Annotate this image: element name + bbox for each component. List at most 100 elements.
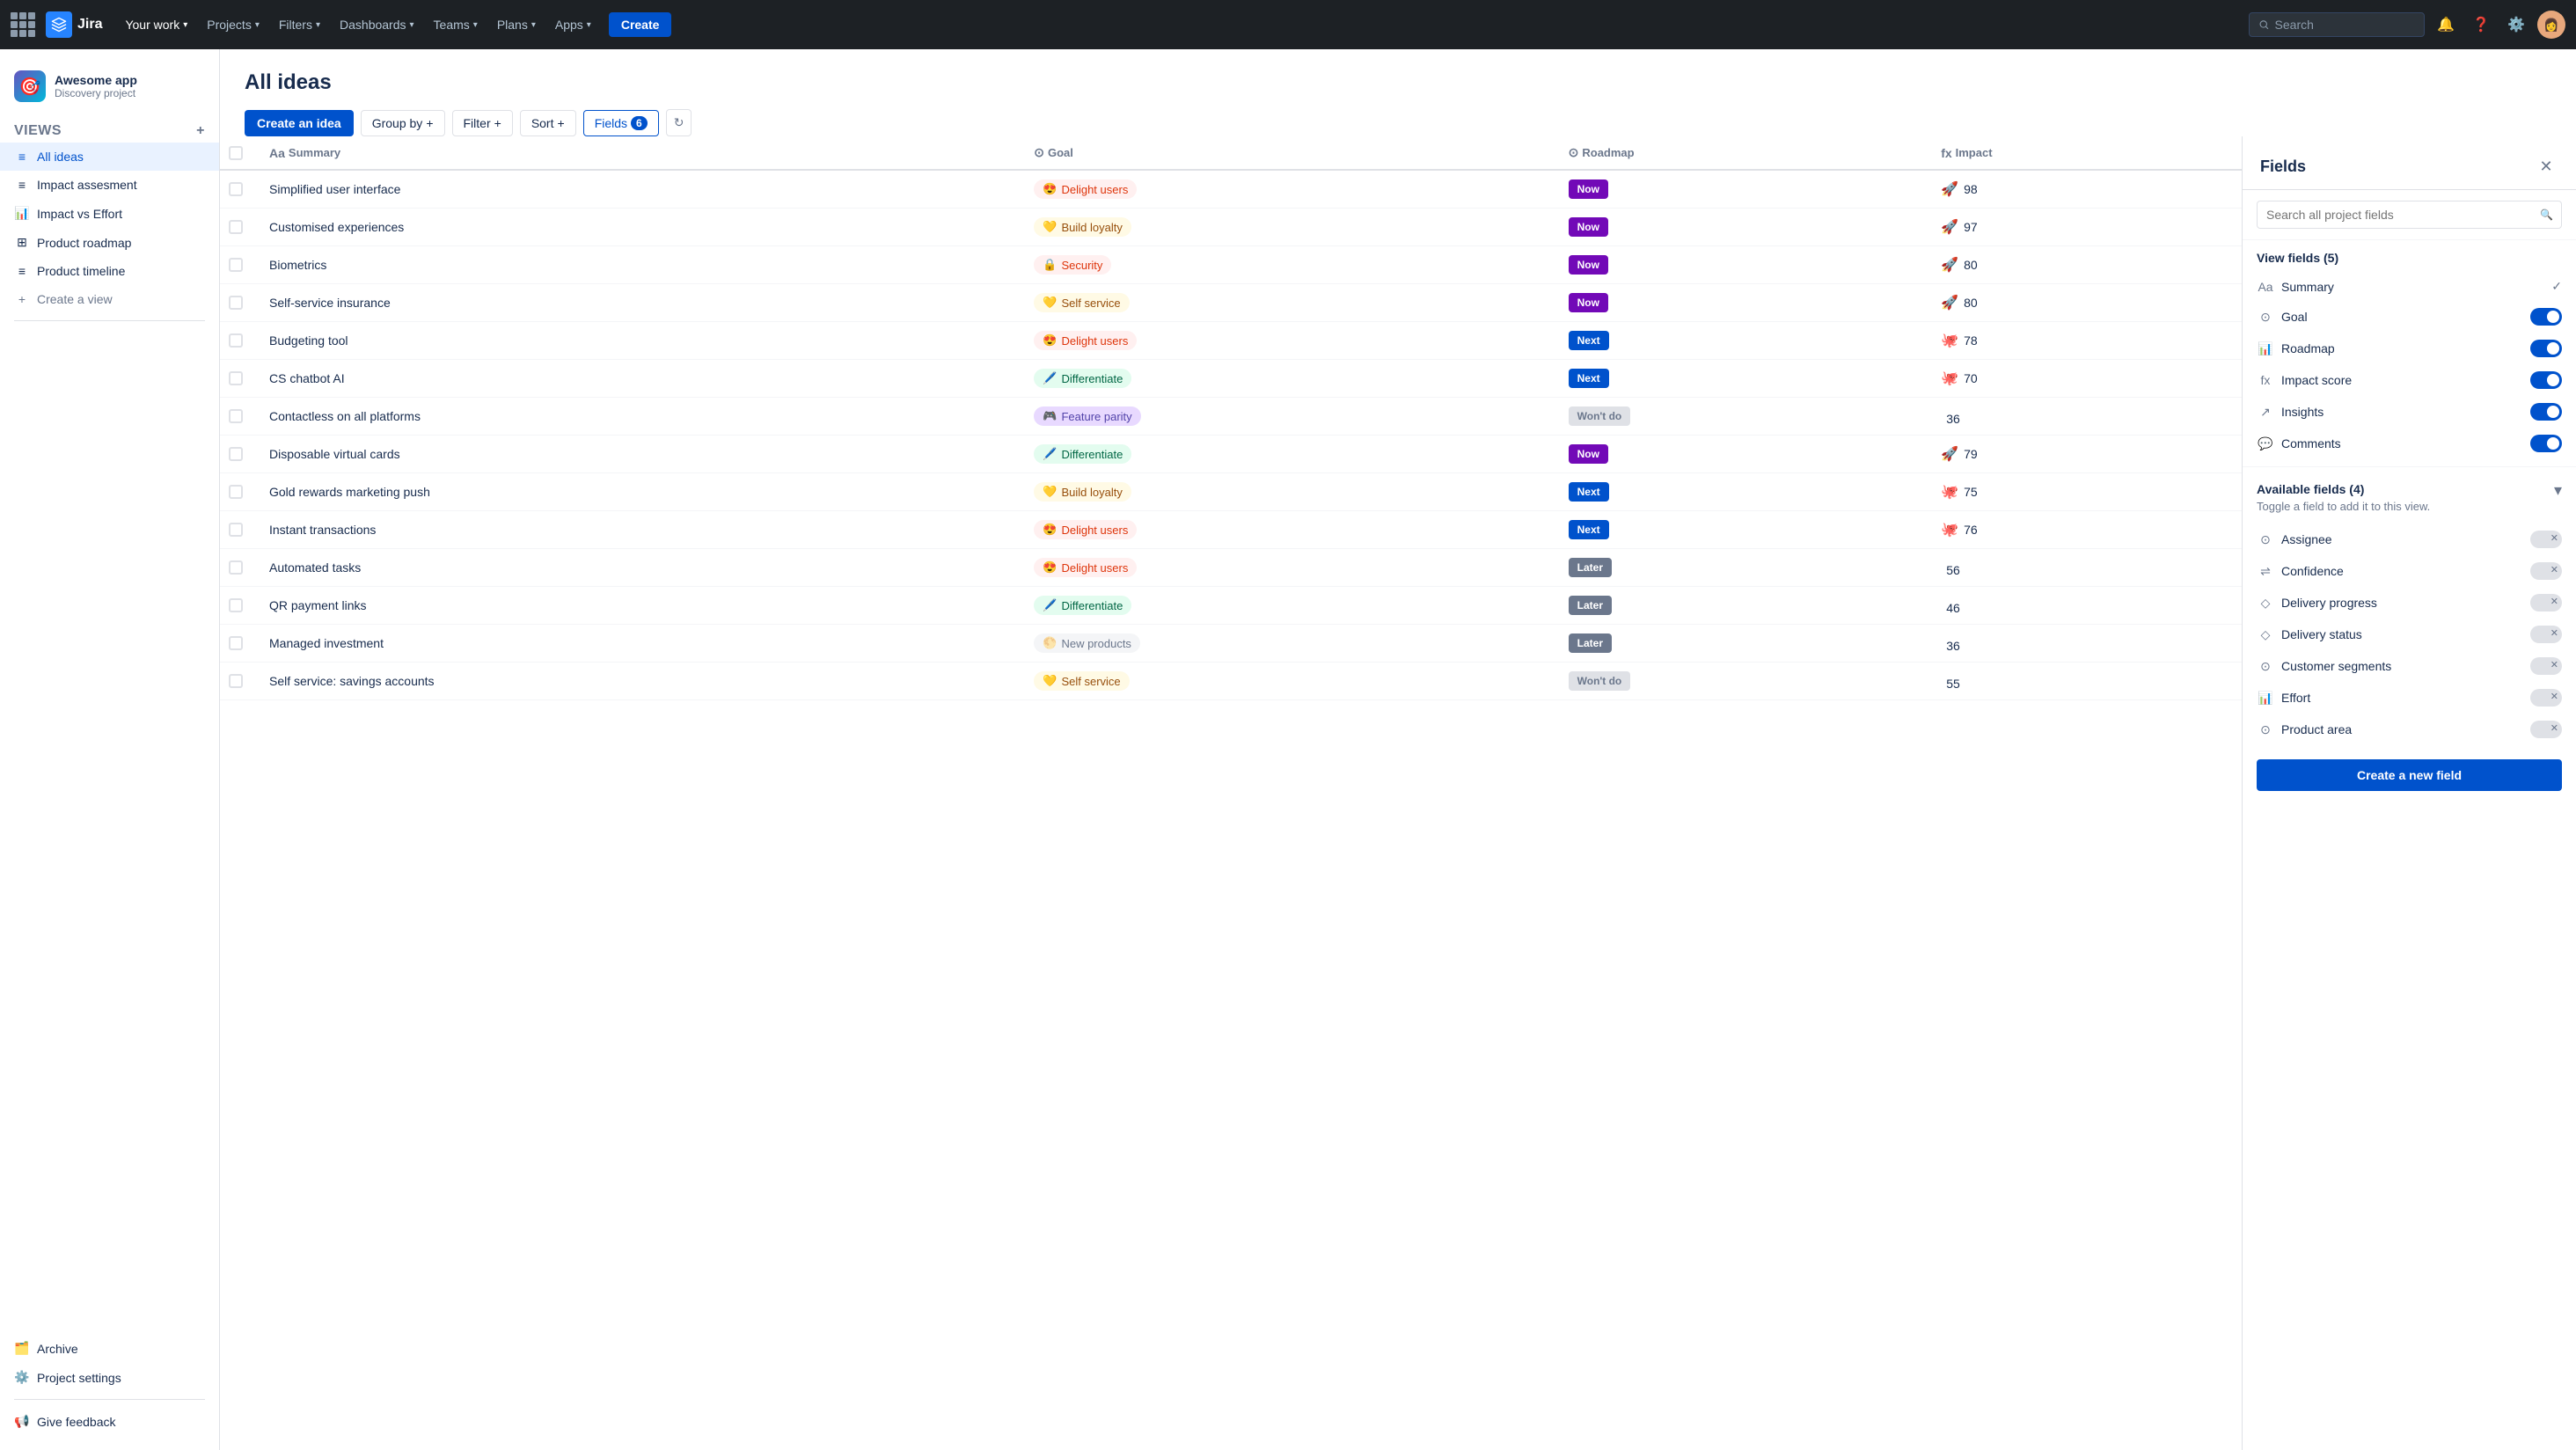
row-checkbox-cell[interactable]: [220, 360, 255, 398]
field-info-delivery-progress: ◇ Delivery progress: [2257, 596, 2377, 611]
available-fields-toggle[interactable]: Available fields (4) ▾: [2257, 481, 2562, 500]
sidebar-project[interactable]: 🎯 Awesome app Discovery project: [0, 63, 219, 116]
row-checkbox-cell[interactable]: [220, 322, 255, 360]
row-checkbox[interactable]: [229, 674, 243, 688]
sidebar-item-product-timeline[interactable]: ≡ Product timeline: [0, 257, 219, 285]
row-checkbox-cell[interactable]: [220, 209, 255, 246]
sidebar-item-create-view[interactable]: + Create a view: [0, 285, 219, 313]
row-checkbox-cell[interactable]: [220, 625, 255, 663]
create-idea-button[interactable]: Create an idea: [245, 110, 354, 136]
roadmap-chip: Now: [1569, 217, 1608, 237]
table-body: Simplified user interface 😍 Delight user…: [220, 170, 2242, 700]
assignee-toggle[interactable]: [2530, 531, 2562, 548]
nav-dashboards[interactable]: Dashboards ▾: [331, 12, 423, 37]
row-checkbox[interactable]: [229, 598, 243, 612]
jira-logo[interactable]: Jira: [46, 11, 102, 38]
row-checkbox-cell[interactable]: [220, 511, 255, 549]
row-checkbox-cell[interactable]: [220, 398, 255, 436]
row-checkbox-cell[interactable]: [220, 473, 255, 511]
toolbar: Create an idea Group by + Filter + Sort …: [245, 109, 2551, 136]
row-checkbox[interactable]: [229, 220, 243, 234]
goal-label: Delight users: [1061, 524, 1128, 537]
field-info-insights: ↗ Insights: [2257, 405, 2324, 420]
sidebar-item-impact-assessment[interactable]: ≡ Impact assesment: [0, 171, 219, 199]
delivery-status-field-icon: ◇: [2257, 627, 2274, 642]
close-fields-panel-button[interactable]: ✕: [2534, 154, 2558, 179]
help-button[interactable]: ❓: [2467, 11, 2495, 39]
sidebar-item-all-ideas[interactable]: ≡ All ideas: [0, 143, 219, 171]
settings-button[interactable]: ⚙️: [2502, 11, 2530, 39]
nav-projects[interactable]: Projects ▾: [198, 12, 268, 37]
row-checkbox-cell[interactable]: [220, 587, 255, 625]
row-checkbox[interactable]: [229, 560, 243, 575]
impact-icon: 🚀: [1941, 256, 1958, 274]
row-checkbox[interactable]: [229, 409, 243, 423]
global-search[interactable]: [2249, 12, 2425, 37]
fields-button[interactable]: Fields 6: [583, 110, 659, 136]
nav-apps[interactable]: Apps ▾: [546, 12, 600, 37]
row-checkbox[interactable]: [229, 333, 243, 348]
row-checkbox[interactable]: [229, 296, 243, 310]
product-area-toggle[interactable]: [2530, 721, 2562, 738]
row-checkbox[interactable]: [229, 447, 243, 461]
sidebar-item-give-feedback[interactable]: 📢 Give feedback: [0, 1407, 219, 1436]
goal-chip: 😍 Delight users: [1034, 520, 1137, 539]
ideas-table: Aa Summary ⊙ Goal: [220, 136, 2242, 700]
row-checkbox-cell[interactable]: [220, 284, 255, 322]
create-new-field-button[interactable]: Create a new field: [2257, 759, 2562, 791]
filter-button[interactable]: Filter +: [452, 110, 513, 136]
nav-teams[interactable]: Teams ▾: [425, 12, 487, 37]
col-checkbox[interactable]: [220, 136, 255, 170]
refresh-button[interactable]: ↻: [666, 109, 692, 136]
effort-toggle[interactable]: [2530, 689, 2562, 707]
field-row-delivery-progress: ◇ Delivery progress: [2243, 587, 2576, 619]
sidebar-item-product-roadmap[interactable]: ⊞ Product roadmap: [0, 228, 219, 257]
row-checkbox[interactable]: [229, 182, 243, 196]
app-grid-icon[interactable]: [11, 12, 35, 37]
roadmap-chip: Now: [1569, 179, 1608, 199]
row-summary: Biometrics: [269, 258, 326, 272]
create-button[interactable]: Create: [609, 12, 672, 37]
sidebar-item-project-settings[interactable]: ⚙️ Project settings: [0, 1363, 219, 1392]
nav-your-work[interactable]: Your work ▾: [116, 12, 196, 37]
nav-filters[interactable]: Filters ▾: [270, 12, 329, 37]
select-all-checkbox[interactable]: [229, 146, 243, 160]
goal-chip: 🖊️ Differentiate: [1034, 369, 1131, 388]
delivery-status-toggle[interactable]: [2530, 626, 2562, 643]
goal-emoji: 🔒: [1043, 258, 1057, 272]
goal-toggle[interactable]: [2530, 308, 2562, 326]
project-info: Awesome app Discovery project: [55, 73, 137, 99]
row-checkbox-cell[interactable]: [220, 436, 255, 473]
row-checkbox[interactable]: [229, 485, 243, 499]
row-checkbox-cell[interactable]: [220, 549, 255, 587]
row-impact-cell: 55: [1927, 663, 2242, 700]
add-view-icon[interactable]: +: [196, 123, 205, 139]
comments-toggle[interactable]: [2530, 435, 2562, 452]
row-checkbox[interactable]: [229, 636, 243, 650]
row-checkbox[interactable]: [229, 523, 243, 537]
row-checkbox-cell[interactable]: [220, 246, 255, 284]
customer-segments-toggle[interactable]: [2530, 657, 2562, 675]
notifications-button[interactable]: 🔔: [2432, 11, 2460, 39]
sidebar-item-archive[interactable]: 🗂️ Archive: [0, 1334, 219, 1363]
nav-plans[interactable]: Plans ▾: [488, 12, 545, 37]
product-area-field-icon: ⊙: [2257, 722, 2274, 737]
row-impact-cell: 🐙 78: [1927, 322, 2242, 360]
row-summary: Managed investment: [269, 636, 384, 650]
impact-score-toggle[interactable]: [2530, 371, 2562, 389]
row-checkbox-cell[interactable]: [220, 663, 255, 700]
sort-button[interactable]: Sort +: [520, 110, 576, 136]
list-icon: ≡: [14, 178, 30, 192]
group-by-button[interactable]: Group by +: [361, 110, 445, 136]
row-checkbox-cell[interactable]: [220, 170, 255, 209]
row-checkbox[interactable]: [229, 258, 243, 272]
insights-toggle[interactable]: [2530, 403, 2562, 421]
delivery-progress-toggle[interactable]: [2530, 594, 2562, 611]
search-input[interactable]: [2275, 18, 2415, 32]
avatar[interactable]: 👩: [2537, 11, 2565, 39]
row-checkbox[interactable]: [229, 371, 243, 385]
fields-search-input[interactable]: [2257, 201, 2562, 229]
confidence-toggle[interactable]: [2530, 562, 2562, 580]
sidebar-item-impact-vs-effort[interactable]: 📊 Impact vs Effort: [0, 199, 219, 228]
roadmap-toggle[interactable]: [2530, 340, 2562, 357]
